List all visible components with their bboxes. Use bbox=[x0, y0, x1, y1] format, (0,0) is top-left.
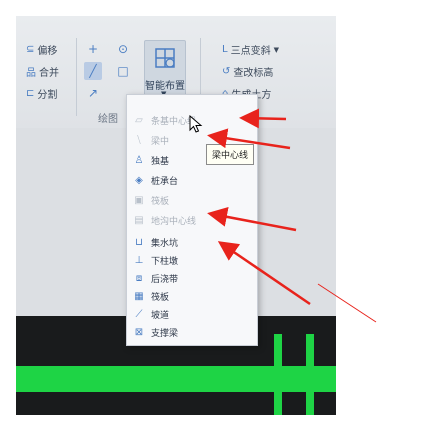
ramp-icon: ⟋ bbox=[135, 308, 143, 320]
split-button[interactable]: ⊏ 分割 bbox=[26, 86, 57, 101]
menu-item-beam-centerline[interactable]: ⧹ 梁中 bbox=[133, 131, 169, 149]
menu-item-ramp[interactable]: ⟋ 坡道 bbox=[133, 305, 170, 323]
split-icon: ⊏ bbox=[26, 88, 35, 99]
menu-item-sump-pit[interactable]: ⊔ 集水坑 bbox=[133, 233, 178, 251]
raft-slab-icon: ▣ bbox=[134, 194, 144, 206]
menu-item-support-beam[interactable]: ⊠ 支撑梁 bbox=[133, 323, 178, 341]
slab-icon: ▦ bbox=[134, 290, 144, 302]
mouse-cursor-icon bbox=[189, 115, 203, 133]
menu-item-slab[interactable]: ▦ 筏板 bbox=[133, 287, 169, 305]
menu-item-column-pier[interactable]: ⊥ 下柱墩 bbox=[133, 251, 178, 269]
group-label-drawing: 绘图 bbox=[98, 114, 118, 125]
group-separator bbox=[76, 38, 77, 116]
menu-item-post-pour-strip[interactable]: ⧈ 后浇带 bbox=[133, 269, 178, 287]
pile-cap-icon: ◈ bbox=[135, 174, 143, 186]
menu-item-strip-foundation[interactable]: ▱ 条基中心线 bbox=[133, 111, 196, 129]
strip-foundation-icon: ▱ bbox=[135, 114, 143, 126]
menu-item-ground-beam-centerline[interactable]: ▤ 地沟中心线 bbox=[133, 211, 196, 229]
sump-pit-icon: ⊔ bbox=[135, 236, 143, 248]
smart-layout-icon bbox=[155, 48, 175, 68]
support-beam-icon: ⊠ bbox=[134, 326, 144, 338]
menu-item-pile-cap[interactable]: ◈ 桩承台 bbox=[133, 171, 178, 189]
circle-icon[interactable]: ⊙ bbox=[114, 40, 132, 58]
rectangle-icon[interactable]: □ bbox=[114, 62, 132, 80]
crosshair-icon[interactable]: + bbox=[84, 40, 102, 58]
green-beam bbox=[16, 366, 336, 392]
check-elevation-button[interactable]: ↺ 查改标高 bbox=[222, 64, 273, 79]
offset-button[interactable]: ⊆ 偏移 bbox=[26, 42, 57, 57]
ground-beam-centerline-icon: ▤ bbox=[134, 214, 144, 226]
tooltip: 梁中心线 bbox=[206, 144, 255, 165]
merge-icon: 品 bbox=[26, 68, 36, 79]
column-pier-icon: ⊥ bbox=[134, 254, 144, 266]
green-column bbox=[306, 334, 314, 415]
chevron-down-icon: ▼ bbox=[273, 45, 279, 54]
smart-layout-button[interactable]: 智能布置 ▼ bbox=[144, 40, 186, 98]
green-column bbox=[274, 334, 282, 415]
menu-item-isolated-footing[interactable]: ♙ 独基 bbox=[133, 151, 170, 169]
merge-button[interactable]: 品 合并 bbox=[26, 64, 59, 79]
menu-item-raft-slab[interactable]: ▣ 筏板 bbox=[133, 191, 169, 209]
three-point-slope-icon: L bbox=[222, 44, 228, 55]
offset-icon: ⊆ bbox=[26, 44, 35, 55]
post-pour-strip-icon: ⧈ bbox=[135, 272, 143, 284]
three-point-slope-button[interactable]: L 三点变斜 ▼ bbox=[222, 42, 279, 57]
arc-icon[interactable]: ↗ bbox=[84, 84, 102, 102]
line-icon[interactable]: ╱ bbox=[84, 62, 102, 80]
isolated-footing-icon: ♙ bbox=[134, 154, 144, 166]
beam-centerline-icon: ⧹ bbox=[137, 134, 141, 146]
check-elevation-icon: ↺ bbox=[222, 66, 231, 77]
